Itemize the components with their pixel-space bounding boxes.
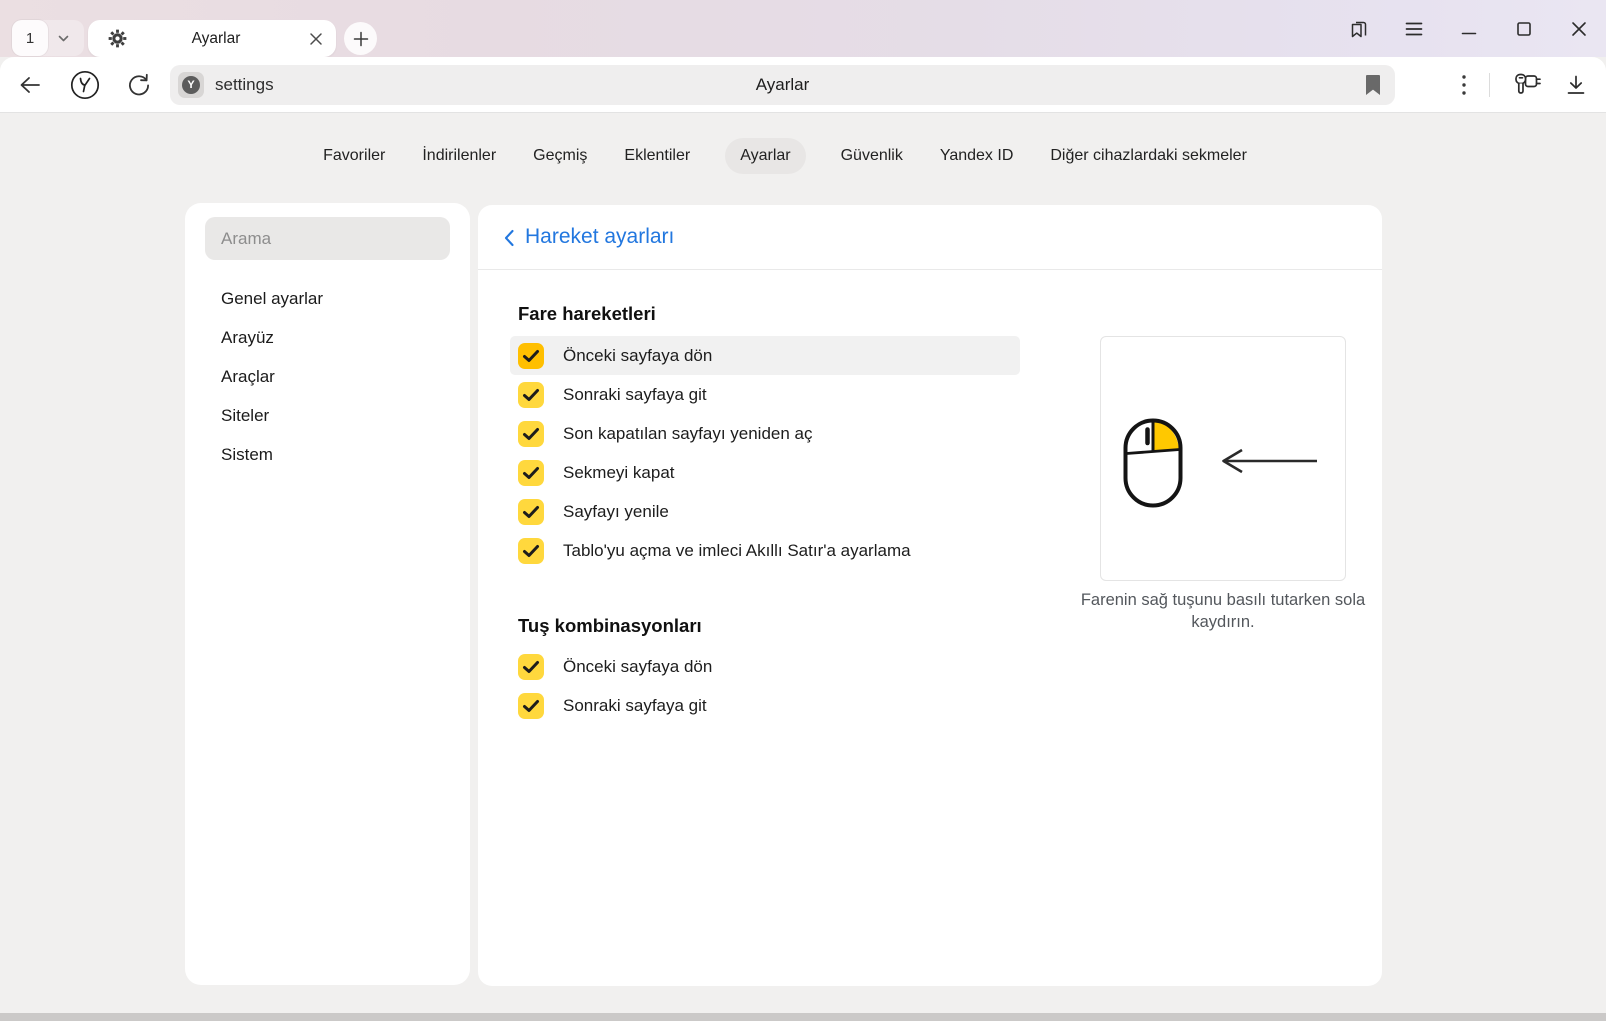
- nav-tab-guvenlik[interactable]: Güvenlik: [839, 138, 905, 174]
- nav-tab-ayarlar[interactable]: Ayarlar: [725, 138, 805, 174]
- key-combos-list: Önceki sayfaya dön Sonraki sayfaya git: [510, 647, 1020, 725]
- checkbox-checked-icon[interactable]: [518, 460, 544, 486]
- setting-label: Önceki sayfaya dön: [563, 346, 712, 366]
- setting-row[interactable]: Sonraki sayfaya git: [510, 375, 1020, 414]
- page-favicon: Y: [178, 72, 204, 98]
- mouse-icon: [1122, 417, 1184, 509]
- download-icon[interactable]: [1564, 73, 1588, 97]
- section-heading-fare: Fare hareketleri: [518, 303, 656, 325]
- nav-tab-indirilenler[interactable]: İndirilenler: [420, 138, 498, 174]
- checkbox-checked-icon[interactable]: [518, 693, 544, 719]
- setting-row[interactable]: Sayfayı yenile: [510, 492, 1020, 531]
- setting-label: Sonraki sayfaya git: [563, 696, 707, 716]
- checkbox-checked-icon[interactable]: [518, 538, 544, 564]
- settings-main-panel: Hareket ayarları Fare hareketleri Önceki…: [478, 205, 1382, 986]
- extensions-icon[interactable]: [1512, 71, 1542, 99]
- nav-tab-yandex-id[interactable]: Yandex ID: [938, 138, 1016, 174]
- tab-counter-button[interactable]: 1: [12, 20, 48, 56]
- settings-sidebar: Genel ayarlar Arayüz Araçlar Siteler Sis…: [185, 203, 470, 985]
- setting-label: Sayfayı yenile: [563, 502, 669, 522]
- setting-label: Sekmeyi kapat: [563, 463, 675, 483]
- chevron-left-icon[interactable]: [503, 229, 515, 247]
- maximize-icon[interactable]: [1513, 18, 1535, 40]
- address-bar[interactable]: Y settings Ayarlar: [170, 65, 1395, 105]
- gesture-illustration: [1100, 336, 1346, 581]
- toolbar: Y settings Ayarlar: [0, 57, 1606, 113]
- sidebar-list: Genel ayarlar Arayüz Araçlar Siteler Sis…: [185, 279, 470, 474]
- address-url[interactable]: settings: [215, 75, 274, 95]
- titlebar: 1: [0, 0, 1606, 57]
- menu-icon[interactable]: [1403, 18, 1425, 40]
- checkbox-checked-icon[interactable]: [518, 382, 544, 408]
- close-tab-icon[interactable]: [309, 32, 323, 46]
- yandex-y-icon: Y: [182, 76, 200, 94]
- sidebar-item-araclar[interactable]: Araçlar: [185, 357, 470, 396]
- setting-row[interactable]: Tablo'yu açma ve imleci Akıllı Satır'a a…: [510, 531, 1020, 570]
- back-icon[interactable]: [13, 68, 47, 102]
- checkbox-checked-icon[interactable]: [518, 654, 544, 680]
- sidebar-item-arayuz[interactable]: Arayüz: [185, 318, 470, 357]
- bookmark-icon[interactable]: [1363, 73, 1383, 97]
- setting-label: Son kapatılan sayfayı yeniden aç: [563, 424, 813, 444]
- nav-tab-eklentiler[interactable]: Eklentiler: [622, 138, 692, 174]
- setting-row[interactable]: Önceki sayfaya dön: [510, 647, 1020, 686]
- chevron-down-icon[interactable]: [56, 31, 71, 46]
- window-bottom-edge: [0, 1013, 1606, 1021]
- illustration-caption: Farenin sağ tuşunu basılı tutarken sola …: [1058, 589, 1388, 634]
- tab-title: Ayarlar: [127, 30, 309, 48]
- yandex-y-icon[interactable]: [68, 68, 102, 102]
- arrow-left-icon: [1217, 447, 1321, 475]
- settings-nav-tabs: Favoriler İndirilenler Geçmiş Eklentiler…: [0, 133, 1588, 179]
- section-heading-tus: Tuş kombinasyonları: [518, 615, 702, 637]
- setting-row[interactable]: Sonraki sayfaya git: [510, 686, 1020, 725]
- minimize-icon[interactable]: [1458, 18, 1480, 40]
- sidebar-item-genel-ayarlar[interactable]: Genel ayarlar: [185, 279, 470, 318]
- nav-tab-gecmis[interactable]: Geçmiş: [531, 138, 589, 174]
- browser-tab-ayarlar[interactable]: Ayarlar: [88, 20, 336, 57]
- setting-row[interactable]: Sekmeyi kapat: [510, 453, 1020, 492]
- setting-label: Sonraki sayfaya git: [563, 385, 707, 405]
- close-window-icon[interactable]: [1568, 18, 1590, 40]
- page-title: Ayarlar: [170, 75, 1395, 95]
- checkbox-checked-icon[interactable]: [518, 499, 544, 525]
- bookmarks-panel-icon[interactable]: [1348, 18, 1370, 40]
- nav-tab-favoriler[interactable]: Favoriler: [321, 138, 387, 174]
- new-tab-button[interactable]: [344, 22, 377, 55]
- sidebar-item-sistem[interactable]: Sistem: [185, 435, 470, 474]
- checkbox-checked-icon[interactable]: [518, 421, 544, 447]
- mouse-gestures-list: Önceki sayfaya dön Sonraki sayfaya git S…: [510, 336, 1020, 570]
- panel-title[interactable]: Hareket ayarları: [525, 225, 674, 249]
- toolbar-divider: [1489, 73, 1490, 97]
- setting-label: Önceki sayfaya dön: [563, 657, 712, 677]
- tab-counter-group[interactable]: 1: [12, 20, 84, 56]
- checkbox-checked-icon[interactable]: [518, 343, 544, 369]
- setting-row[interactable]: Önceki sayfaya dön: [510, 336, 1020, 375]
- setting-row[interactable]: Son kapatılan sayfayı yeniden aç: [510, 414, 1020, 453]
- search-input[interactable]: [205, 217, 450, 260]
- kebab-menu-icon[interactable]: [1461, 73, 1467, 97]
- setting-label: Tablo'yu açma ve imleci Akıllı Satır'a a…: [563, 541, 911, 561]
- gear-icon: [108, 29, 127, 48]
- sidebar-item-siteler[interactable]: Siteler: [185, 396, 470, 435]
- reload-icon[interactable]: [122, 68, 156, 102]
- panel-header[interactable]: Hareket ayarları: [478, 205, 1382, 270]
- nav-tab-diger-cihazlar[interactable]: Diğer cihazlardaki sekmeler: [1048, 138, 1249, 174]
- search-box[interactable]: [205, 217, 450, 260]
